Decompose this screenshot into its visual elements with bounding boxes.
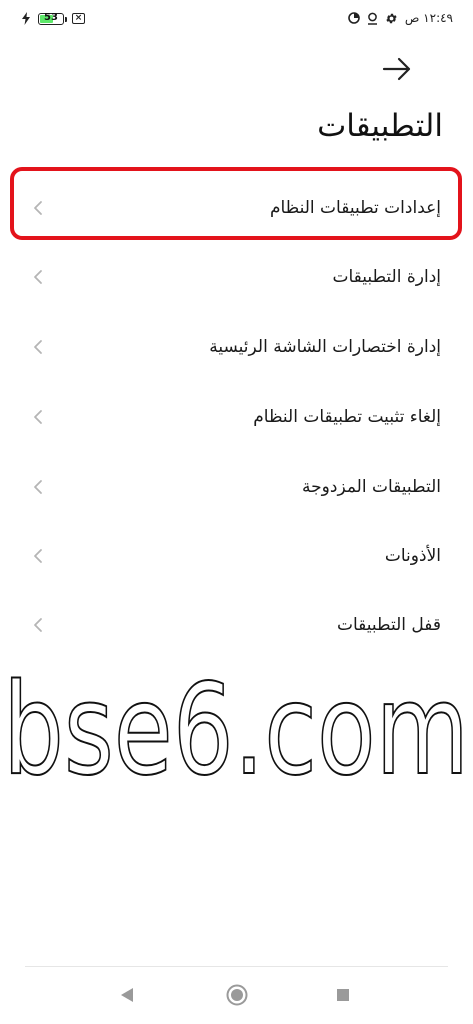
chevron-left-icon xyxy=(34,201,42,215)
watermark: bse6.com xyxy=(2,655,470,795)
battery-tip xyxy=(65,16,67,22)
status-left: 53 × xyxy=(22,12,85,25)
chevron-left-icon xyxy=(34,340,42,354)
menu-item-label: الأذونات xyxy=(384,546,441,566)
chevron-left-icon xyxy=(34,410,42,424)
settings-gear-icon xyxy=(386,13,397,23)
status-right: ١٢:٤٩ ص xyxy=(348,11,453,25)
back-arrow-icon[interactable] xyxy=(382,56,412,82)
status-time: ١٢:٤٩ ص xyxy=(404,11,453,25)
menu-item-label: إدارة اختصارات الشاشة الرئيسية xyxy=(209,337,441,357)
chevron-left-icon xyxy=(34,480,42,494)
data-saver-icon xyxy=(348,12,360,24)
menu-item-permissions[interactable]: الأذونات xyxy=(0,521,473,591)
menu-item-manage-apps[interactable]: إدارة التطبيقات xyxy=(0,242,473,312)
watermark-text: bse6.com xyxy=(3,656,469,795)
status-bar: 53 × ١٢:٤٩ ص xyxy=(0,0,473,40)
page-title: التطبيقات xyxy=(317,108,443,144)
battery-level: 53 xyxy=(44,11,58,23)
nav-recents-icon[interactable] xyxy=(337,989,349,1001)
menu-item-label: إعدادات تطبيقات النظام xyxy=(269,198,441,218)
battery-icon: 53 xyxy=(38,11,67,25)
location-icon xyxy=(367,12,377,25)
chevron-left-icon xyxy=(34,618,42,632)
navigation-bar xyxy=(121,984,349,1006)
nav-divider xyxy=(25,966,448,967)
menu-item-label: إدارة التطبيقات xyxy=(332,267,441,287)
menu-item-uninstall-system-apps[interactable]: إلغاء تثبيت تطبيقات النظام xyxy=(0,382,473,452)
menu-item-label: إلغاء تثبيت تطبيقات النظام xyxy=(253,407,441,427)
menu-item-label: قفل التطبيقات xyxy=(336,615,441,635)
menu-item-dual-apps[interactable]: التطبيقات المزدوجة xyxy=(0,452,473,522)
menu-item-system-app-settings[interactable]: إعدادات تطبيقات النظام xyxy=(0,173,473,243)
charging-bolt-icon xyxy=(22,12,30,25)
menu-item-app-lock[interactable]: قفل التطبيقات xyxy=(0,590,473,660)
chevron-left-icon xyxy=(34,270,42,284)
chevron-left-icon xyxy=(34,549,42,563)
sim-x-icon: × xyxy=(72,13,85,24)
menu-item-label: التطبيقات المزدوجة xyxy=(302,477,441,497)
nav-home-icon[interactable] xyxy=(226,984,248,1006)
menu-item-home-shortcuts[interactable]: إدارة اختصارات الشاشة الرئيسية xyxy=(0,312,473,382)
nav-back-icon[interactable] xyxy=(121,988,133,1002)
